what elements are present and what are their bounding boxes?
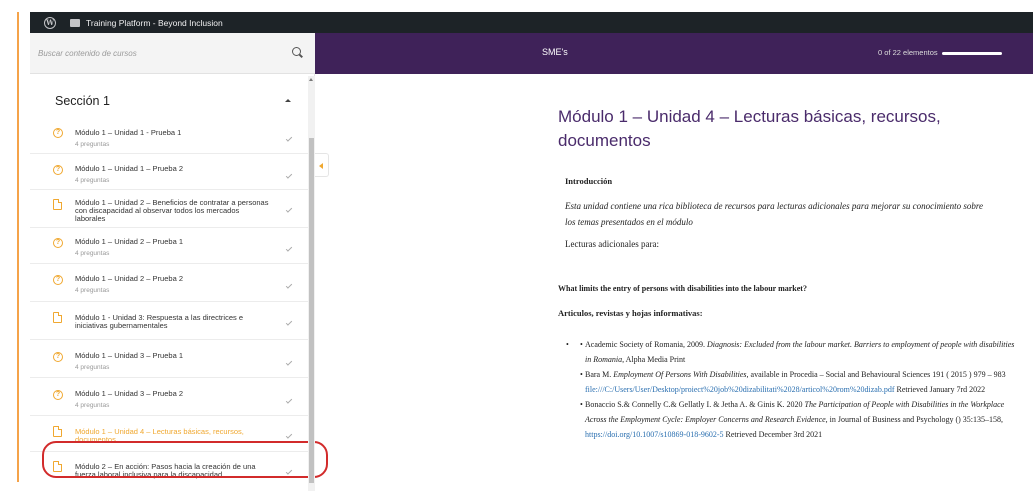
check-icon bbox=[285, 359, 293, 366]
ref-text: , in Journal of Business and Psychology … bbox=[825, 415, 1003, 424]
chevron-up-icon[interactable] bbox=[285, 99, 291, 102]
ref-text: , Alpha Media Print bbox=[622, 355, 686, 364]
check-icon bbox=[285, 245, 293, 252]
check-icon bbox=[285, 172, 293, 179]
ref-text: , available in Procedia – Social and Beh… bbox=[746, 370, 1006, 379]
progress-text: 0 of 22 elementos bbox=[878, 48, 938, 57]
check-icon bbox=[285, 432, 293, 439]
list-item[interactable]: Módulo 1 - Unidad 3: Respuesta a las dir… bbox=[30, 302, 308, 340]
ref-text: Retrieved December 3rd 2021 bbox=[723, 430, 823, 439]
lesson-subtitle: 4 preguntas bbox=[75, 250, 110, 257]
lesson-title: Módulo 1 – Unidad 2 – Prueba 2 bbox=[75, 274, 183, 283]
quiz-icon: ? bbox=[53, 165, 63, 175]
ref-link[interactable]: https://doi.org/10.1007/s10869-018-9602-… bbox=[585, 430, 724, 439]
bullet: • bbox=[580, 340, 583, 349]
list-item[interactable]: Módulo 1 – Unidad 2 – Beneficios de cont… bbox=[30, 190, 308, 228]
lesson-subtitle: 4 preguntas bbox=[75, 287, 110, 294]
lesson-list: ? Módulo 1 – Unidad 1 - Prueba 1 4 pregu… bbox=[30, 127, 308, 491]
bullet: • bbox=[580, 400, 583, 409]
ref-text: Bonaccio S.& Connelly C.& Gellatly I. & … bbox=[585, 400, 805, 409]
progress-bar bbox=[942, 52, 1002, 55]
bullet: • bbox=[580, 370, 583, 379]
list-item: • Bara M. Employment Of Persons With Dis… bbox=[558, 367, 1018, 397]
lesson-content: Módulo 1 – Unidad 4 – Lecturas básicas, … bbox=[558, 105, 1014, 439]
lesson-title: Módulo 1 - Unidad 3: Respuesta a las dir… bbox=[75, 313, 244, 330]
course-title: SME's bbox=[542, 47, 568, 57]
quiz-icon: ? bbox=[53, 352, 63, 362]
check-icon bbox=[285, 282, 293, 289]
list-item: • Bonaccio S.& Connelly C.& Gellatly I. … bbox=[558, 397, 1018, 442]
search-box bbox=[30, 33, 315, 74]
search-input[interactable] bbox=[30, 33, 285, 74]
question-heading: What limits the entry of persons with di… bbox=[558, 284, 807, 293]
admin-bar: W Training Platform - Beyond Inclusion bbox=[30, 12, 1033, 33]
scroll-up-arrow[interactable] bbox=[309, 78, 313, 81]
list-item[interactable]: ? Módulo 1 – Unidad 1 – Prueba 2 4 pregu… bbox=[30, 154, 308, 190]
quiz-icon: ? bbox=[53, 390, 63, 400]
ref-text: Bara M. bbox=[585, 370, 614, 379]
site-title-link[interactable]: Training Platform - Beyond Inclusion bbox=[86, 18, 223, 28]
list-item[interactable]: ? Módulo 1 – Unidad 1 - Prueba 1 4 pregu… bbox=[30, 127, 308, 154]
quiz-icon: ? bbox=[53, 128, 63, 138]
course-sidebar: Sección 1 ? Módulo 1 – Unidad 1 - Prueba… bbox=[30, 33, 328, 491]
lesson-title: Módulo 1 – Unidad 1 – Prueba 2 bbox=[75, 164, 183, 173]
scrollbar-thumb[interactable] bbox=[309, 138, 314, 483]
ref-text: Retrieved January 7rd 2022 bbox=[894, 385, 986, 394]
margin-accent-line bbox=[17, 12, 19, 482]
quiz-icon: ? bbox=[53, 275, 63, 285]
sidebar-toggle[interactable] bbox=[315, 153, 329, 177]
wordpress-icon[interactable]: W bbox=[44, 16, 56, 29]
lesson-subtitle: 4 preguntas bbox=[75, 177, 110, 184]
check-icon bbox=[285, 397, 293, 404]
lesson-title: Módulo 1 – Unidad 2 – Prueba 1 bbox=[75, 237, 183, 246]
document-icon bbox=[53, 312, 62, 323]
lesson-title: Módulo 1 – Unidad 3 – Prueba 1 bbox=[75, 351, 183, 360]
list-item[interactable]: ? Módulo 1 – Unidad 3 – Prueba 1 4 pregu… bbox=[30, 340, 308, 378]
articles-heading: Articulos, revistas y hojas informativas… bbox=[558, 308, 703, 318]
bullet: • bbox=[566, 340, 569, 349]
list-item[interactable]: ? Módulo 1 – Unidad 3 – Prueba 2 4 pregu… bbox=[30, 378, 308, 416]
list-item[interactable]: ? Módulo 1 – Unidad 2 – Prueba 2 4 pregu… bbox=[30, 264, 308, 302]
page-margin bbox=[0, 0, 30, 491]
lesson-subtitle: 4 preguntas bbox=[75, 141, 110, 148]
quiz-icon: ? bbox=[53, 238, 63, 248]
list-item[interactable]: ? Módulo 1 – Unidad 2 – Prueba 1 4 pregu… bbox=[30, 228, 308, 264]
lesson-title: Módulo 1 – Unidad 3 – Prueba 2 bbox=[75, 389, 183, 398]
check-icon bbox=[285, 135, 293, 142]
search-icon[interactable] bbox=[292, 47, 301, 56]
additional-readings-label: Lecturas adicionales para: bbox=[565, 239, 659, 249]
page-title: Módulo 1 – Unidad 4 – Lecturas básicas, … bbox=[558, 107, 941, 150]
ref-link[interactable]: file:///C:/Users/User/Desktop/proiect%20… bbox=[585, 385, 894, 394]
ref-text: Academic Society of Romania, 2009. bbox=[585, 340, 707, 349]
chevron-left-icon bbox=[319, 163, 323, 169]
highlight-annotation bbox=[42, 441, 328, 478]
document-icon bbox=[53, 199, 62, 210]
check-icon bbox=[285, 206, 293, 213]
check-icon bbox=[285, 319, 293, 326]
lesson-subtitle: 4 preguntas bbox=[75, 402, 110, 409]
lesson-subtitle: 4 preguntas bbox=[75, 364, 110, 371]
intro-heading: Introducción bbox=[565, 176, 613, 186]
section-title[interactable]: Sección 1 bbox=[55, 94, 110, 108]
intro-text: Esta unidad contiene una rica biblioteca… bbox=[565, 201, 984, 227]
dashboard-icon[interactable] bbox=[70, 18, 80, 27]
course-header: SME's 0 of 22 elementos bbox=[315, 33, 1033, 74]
document-icon bbox=[53, 426, 62, 437]
reference-list: • • Academic Society of Romania, 2009. Di… bbox=[558, 337, 1018, 442]
list-item: • • Academic Society of Romania, 2009. Di… bbox=[558, 337, 1018, 367]
lesson-title: Módulo 1 – Unidad 1 - Prueba 1 bbox=[75, 128, 182, 137]
ref-title: Employment Of Persons With Disabilities bbox=[613, 370, 747, 379]
lesson-title: Módulo 1 – Unidad 2 – Beneficios de cont… bbox=[75, 198, 269, 223]
